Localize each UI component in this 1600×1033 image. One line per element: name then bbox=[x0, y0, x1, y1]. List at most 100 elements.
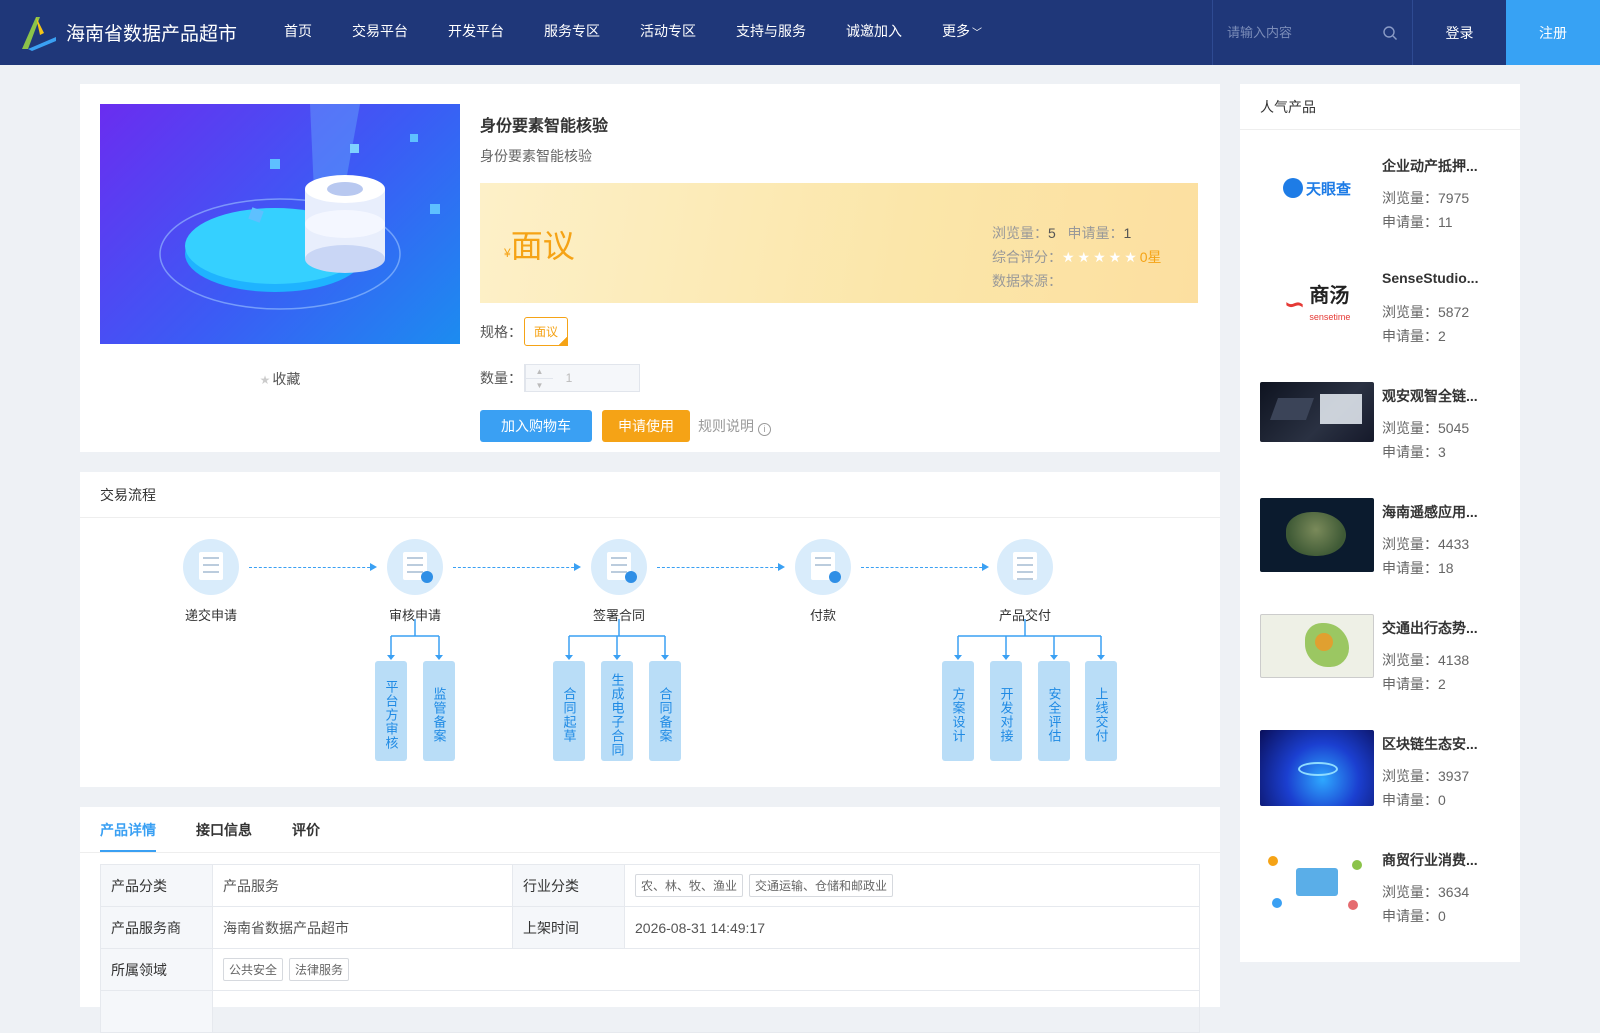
quantity-stepper: ▲▼ bbox=[524, 364, 640, 392]
tianyancha-logo-text: 天眼查 bbox=[1305, 180, 1351, 198]
decrement-icon[interactable]: ▼ bbox=[526, 378, 553, 392]
login-button[interactable]: 登录 bbox=[1412, 0, 1506, 65]
add-to-cart-button[interactable]: 加入购物车 bbox=[480, 410, 592, 442]
price: ¥面议 bbox=[504, 221, 575, 267]
tab-api-info[interactable]: 接口信息 bbox=[196, 807, 252, 852]
table-row: 产品分类 产品服务 行业分类 农、林、牧、渔业 交通运输、仓储和邮政业 bbox=[101, 865, 1200, 907]
category-value: 产品服务 bbox=[213, 865, 513, 907]
popular-item-name: 区块链生态安... bbox=[1382, 736, 1478, 752]
popular-item-views: 浏览量：3937 bbox=[1382, 768, 1470, 784]
product-detail-card: 产品详情 接口信息 评价 产品分类 产品服务 行业分类 农、林、牧、渔业 交通运… bbox=[80, 807, 1220, 1033]
site-logo[interactable]: 海南省数据产品超市 bbox=[18, 13, 248, 53]
apply-use-button[interactable]: 申请使用 bbox=[602, 410, 690, 442]
main-menu: 首页 交易平台 开发平台 服务专区 活动专区 支持与服务 诚邀加入 更多 ﹀ bbox=[264, 0, 1002, 66]
popular-item[interactable]: 天眼查 企业动产抵押... 浏览量：7975 申请量：11 bbox=[1260, 150, 1510, 230]
spec-label: 规格： bbox=[480, 323, 522, 340]
category-key: 产品分类 bbox=[101, 865, 213, 907]
commerce-illustration bbox=[1260, 846, 1374, 922]
sensetime-logo-text: 商汤 bbox=[1309, 285, 1350, 307]
applies-value: 1 bbox=[1123, 225, 1132, 241]
chevron-down-icon: ﹀ bbox=[972, 28, 982, 39]
popular-item[interactable]: 海南遥感应用... 浏览量：4433 申请量：18 bbox=[1260, 498, 1510, 578]
popular-item[interactable]: 商贸行业消费... 浏览量：3634 申请量：0 bbox=[1260, 846, 1510, 926]
popular-item[interactable]: ∽ 商汤 sensetime SenseStudio... 浏览量：5872 申请… bbox=[1260, 266, 1510, 346]
applies-label: 申请量： bbox=[1067, 225, 1124, 241]
table-row: 所属领域 公共安全 法律服务 bbox=[101, 949, 1200, 991]
nav-dev-platform[interactable]: 开发平台 bbox=[428, 0, 524, 66]
detail-tabs: 产品详情 接口信息 评价 bbox=[80, 807, 1220, 853]
blockchain-image bbox=[1260, 730, 1374, 806]
rules-label: 规则说明 bbox=[698, 418, 754, 434]
nav-join[interactable]: 诚邀加入 bbox=[826, 0, 922, 66]
popular-item-views: 浏览量：5045 bbox=[1382, 420, 1470, 436]
currency-symbol: ¥ bbox=[504, 246, 511, 260]
popular-item-name: SenseStudio... bbox=[1382, 270, 1479, 286]
popular-item-name: 商贸行业消费... bbox=[1382, 852, 1478, 868]
popular-item-views: 浏览量：4138 bbox=[1382, 652, 1470, 668]
trade-flow-card: 交易流程 递交申请 审核申请 签署合同 付款 产品交付 平台方审核 监管备案 合… bbox=[80, 472, 1220, 787]
popular-item[interactable]: 交通出行态势... 浏览量：4138 申请量：2 bbox=[1260, 614, 1510, 694]
price-value: 面议 bbox=[510, 228, 575, 264]
source-label: 数据来源： bbox=[992, 273, 1062, 289]
tab-product-details[interactable]: 产品详情 bbox=[100, 807, 156, 852]
rating-value: 0星 bbox=[1139, 249, 1162, 265]
spec-option[interactable]: 面议 bbox=[524, 317, 569, 346]
nav-service-zone[interactable]: 服务专区 bbox=[524, 0, 620, 66]
popular-item[interactable]: 观安观智全链... 浏览量：5045 申请量：3 bbox=[1260, 382, 1510, 462]
substep-contract-draft: 合同起草 bbox=[553, 661, 585, 761]
sensetime-logo: ∽ 商汤 sensetime bbox=[1260, 266, 1374, 342]
rating-stars: ★★★★★ bbox=[1062, 249, 1140, 265]
tab-reviews[interactable]: 评价 bbox=[292, 807, 320, 852]
popular-item-name: 交通出行态势... bbox=[1382, 620, 1478, 636]
check-corner-icon bbox=[558, 336, 569, 346]
favorite-label: 收藏 bbox=[272, 371, 301, 387]
popular-item[interactable]: 区块链生态安... 浏览量：3937 申请量：0 bbox=[1260, 730, 1510, 810]
site-name: 海南省数据产品超市 bbox=[66, 24, 238, 45]
substep-e-contract: 生成电子合同 bbox=[601, 661, 633, 761]
register-button[interactable]: 注册 bbox=[1506, 0, 1600, 65]
product-card: ★ 收藏 身份要素智能核验 身份要素智能核验 ¥面议 浏览量：5 申请量：1 综合… bbox=[80, 84, 1220, 452]
listing-time-key: 上架时间 bbox=[513, 907, 625, 949]
trade-flow-title: 交易流程 bbox=[80, 472, 1220, 518]
nav-more-label: 更多 bbox=[942, 23, 970, 39]
nav-more[interactable]: 更多 ﹀ bbox=[922, 0, 1002, 66]
popular-item-views: 浏览量：5872 bbox=[1382, 304, 1470, 320]
detail-table: 产品分类 产品服务 行业分类 农、林、牧、渔业 交通运输、仓储和邮政业 产品服务… bbox=[100, 864, 1200, 1033]
popular-item-name: 海南遥感应用... bbox=[1382, 504, 1478, 520]
nav-home[interactable]: 首页 bbox=[264, 0, 332, 66]
substep-go-live: 上线交付 bbox=[1085, 661, 1117, 761]
popular-item-name: 观安观智全链... bbox=[1382, 388, 1478, 404]
quantity-label: 数量： bbox=[480, 370, 522, 386]
tianyancha-logo: 天眼查 bbox=[1260, 150, 1374, 226]
popular-item-applies: 申请量：18 bbox=[1382, 560, 1454, 576]
substep-contract-filing: 合同备案 bbox=[649, 661, 681, 761]
substep-dev-integration: 开发对接 bbox=[990, 661, 1022, 761]
popular-item-views: 浏览量：3634 bbox=[1382, 884, 1470, 900]
traffic-map bbox=[1260, 614, 1374, 678]
popular-item-applies: 申请量：11 bbox=[1382, 214, 1453, 230]
domain-key: 所属领域 bbox=[101, 949, 213, 991]
nav-trade-platform[interactable]: 交易平台 bbox=[332, 0, 428, 66]
listing-time-value: 2026-08-31 14:49:17 bbox=[625, 907, 1200, 949]
nav-activity-zone[interactable]: 活动专区 bbox=[620, 0, 716, 66]
price-panel: ¥面议 浏览量：5 申请量：1 综合评分：★★★★★0星 数据来源： bbox=[480, 183, 1198, 303]
provider-value: 海南省数据产品超市 bbox=[213, 907, 513, 949]
main-content: ★ 收藏 身份要素智能核验 身份要素智能核验 ¥面议 浏览量：5 申请量：1 综合… bbox=[80, 84, 1220, 1033]
nav-support[interactable]: 支持与服务 bbox=[716, 0, 826, 66]
search-icon[interactable] bbox=[1382, 25, 1398, 41]
views-label: 浏览量： bbox=[992, 225, 1048, 241]
device-photo bbox=[1260, 382, 1374, 442]
search-input[interactable] bbox=[1227, 25, 1377, 40]
domain-tag: 法律服务 bbox=[289, 958, 350, 981]
star-icon: ★ bbox=[259, 373, 271, 387]
info-icon: i bbox=[758, 423, 771, 436]
rating-label: 综合评分： bbox=[992, 249, 1062, 265]
empty-value bbox=[213, 991, 1200, 1033]
favorite-button[interactable]: ★ 收藏 bbox=[100, 369, 460, 389]
industry-tag: 农、林、牧、渔业 bbox=[635, 874, 744, 897]
increment-icon[interactable]: ▲ bbox=[526, 365, 553, 378]
industry-tag: 交通运输、仓储和邮政业 bbox=[749, 874, 894, 897]
rules-link[interactable]: 规则说明 i bbox=[698, 416, 771, 436]
popular-item-applies: 申请量：2 bbox=[1382, 328, 1446, 344]
substep-solution-design: 方案设计 bbox=[942, 661, 974, 761]
